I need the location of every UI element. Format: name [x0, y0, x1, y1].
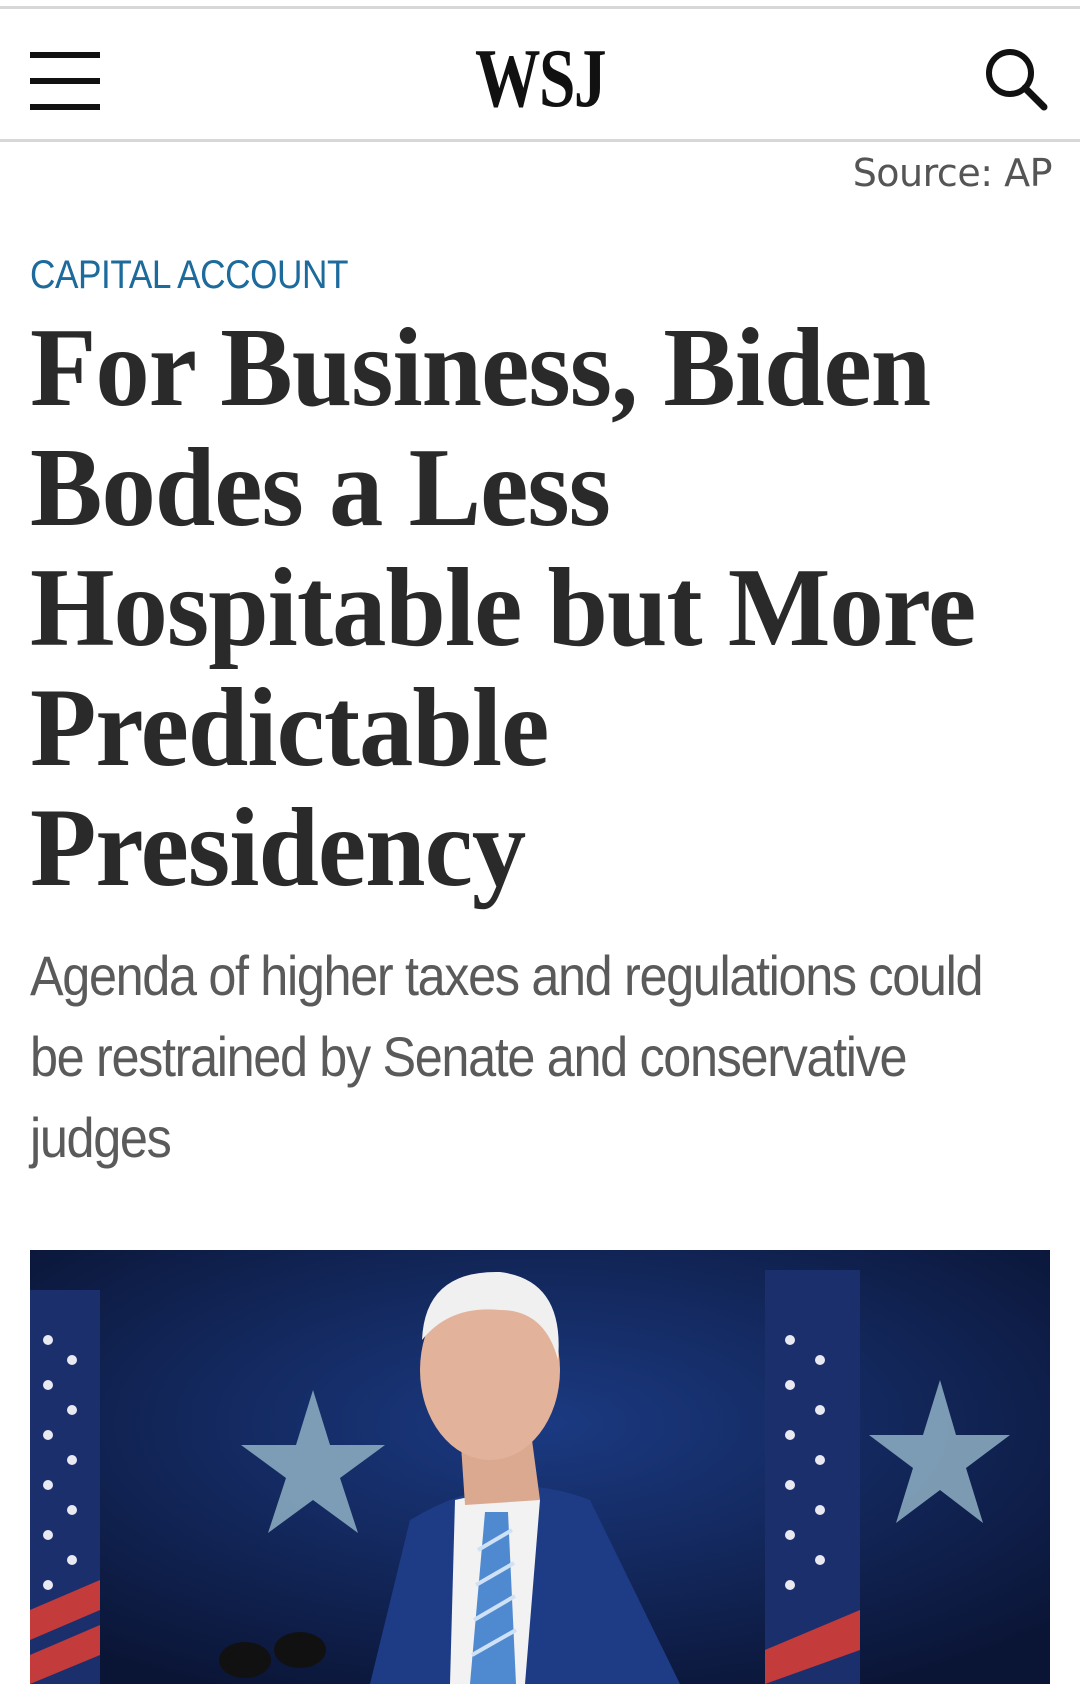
headline: For Business, Biden Bodes a Less Hospita… [30, 306, 976, 910]
photo-credit: Source: AP [852, 151, 1053, 195]
hamburger-menu-icon [30, 52, 100, 58]
site-header: WSJ [0, 9, 1080, 142]
section-label[interactable]: CAPITAL ACCOUNT [30, 250, 349, 300]
speaker-photo-illustration [30, 1250, 1050, 1684]
search-button[interactable] [982, 45, 1052, 115]
menu-button[interactable] [28, 44, 102, 114]
article-dek: Agenda of higher taxes and regulations c… [30, 944, 983, 1169]
hamburger-menu-icon-bar [30, 104, 100, 110]
article-photo [30, 1250, 1050, 1684]
hamburger-menu-icon-bar [30, 78, 100, 84]
wsj-logo[interactable]: WSJ [119, 35, 961, 123]
search-icon [986, 49, 1048, 111]
